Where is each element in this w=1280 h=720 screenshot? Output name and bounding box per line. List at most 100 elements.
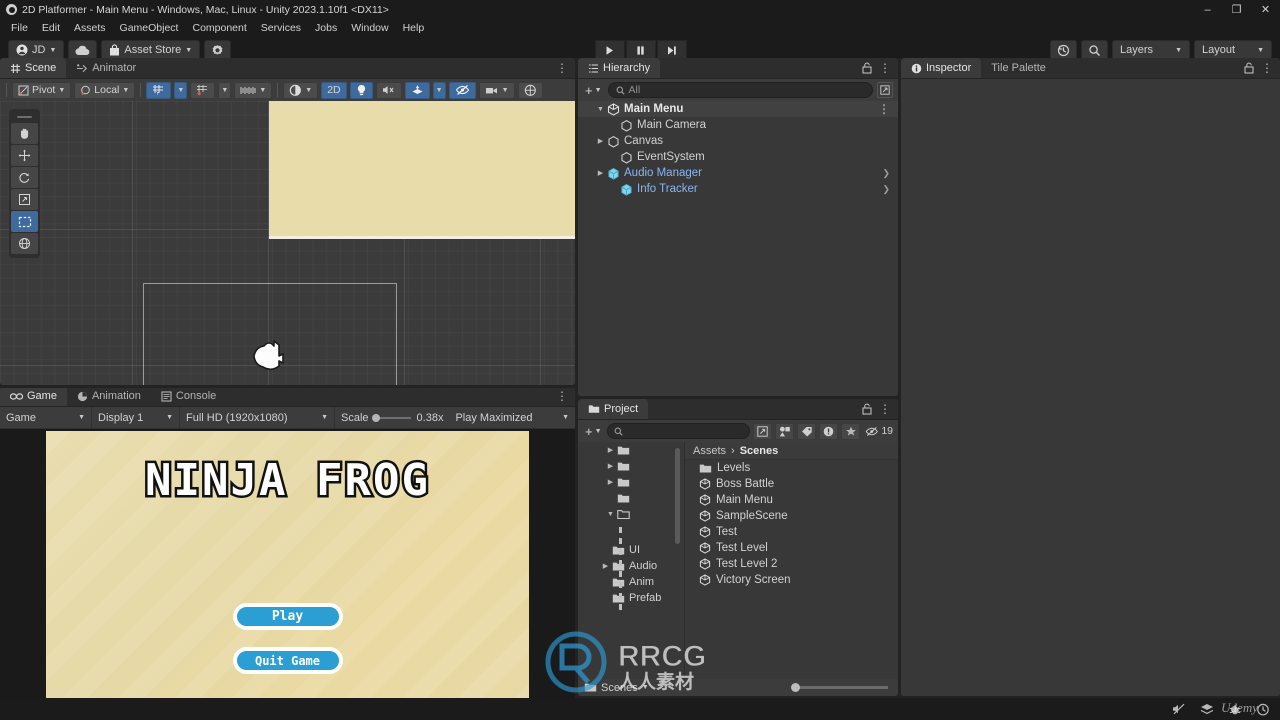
maximize-button[interactable]: ❐ [1222,0,1251,19]
hierarchy-search-input[interactable]: All [607,82,873,98]
project-tree-row-anim[interactable]: Anim [578,574,684,590]
undo-history-button[interactable] [1050,40,1077,60]
search-in-scene-button[interactable] [753,422,773,440]
menu-assets[interactable]: Assets [67,21,113,35]
shading-mode-button[interactable]: ▼ [283,81,319,99]
hierarchy-row-eventsystem[interactable]: ▶ EventSystem [578,149,898,165]
snap-increment-button[interactable] [190,81,216,99]
project-tree-row[interactable]: ▶ [578,490,684,506]
audio-mute-button[interactable] [375,81,402,99]
tab-animator[interactable]: Animator [66,58,146,78]
project-item-levels[interactable]: Levels [685,460,898,476]
move-tool-button[interactable] [11,145,38,166]
asset-store-button[interactable]: Asset Store ▼ [101,40,201,60]
project-tree-row[interactable]: ▶ [578,458,684,474]
display-dropdown[interactable]: Display 1 ▼ [92,406,180,429]
layout-dropdown[interactable]: Layout ▼ [1194,40,1272,60]
scene-menu-icon[interactable]: ⋮ [556,62,568,74]
menu-edit[interactable]: Edit [35,21,67,35]
rect-tool-button[interactable] [11,211,38,232]
expand-arrow-icon[interactable]: ▶ [604,446,617,454]
effects-button[interactable] [404,81,430,99]
hierarchy-row-menu-icon[interactable]: ⋮ [878,103,890,115]
tab-console[interactable]: Console [151,386,226,406]
expand-arrow-icon[interactable]: ▼ [594,106,607,113]
menu-services[interactable]: Services [254,21,308,35]
display-target-dropdown[interactable]: Game ▼ [0,406,92,429]
hidden-assets-count[interactable]: 19 [863,425,893,437]
scene-viewport[interactable] [0,101,575,385]
lock-icon[interactable] [862,403,872,415]
horizontal-splitter-scene-game[interactable] [0,385,575,388]
tab-game[interactable]: Game [0,386,67,406]
lighting-button[interactable] [349,81,373,99]
vertical-splitter-left[interactable] [575,58,578,720]
menu-gameobject[interactable]: GameObject [113,21,186,35]
effects-dropdown[interactable]: ▼ [432,81,446,99]
search-button[interactable] [1081,40,1108,60]
pivot-toggle[interactable]: Pivot ▼ [12,81,72,99]
space-toggle[interactable]: Local ▼ [74,81,136,99]
gizmos-button[interactable] [517,81,543,99]
type-filter-button[interactable] [775,422,795,440]
menu-file[interactable]: File [4,21,35,35]
menu-component[interactable]: Component [185,21,253,35]
menu-window[interactable]: Window [344,21,395,35]
cloud-button[interactable] [68,40,98,60]
tab-tile-palette[interactable]: Tile Palette [981,58,1056,78]
scale-slider-knob[interactable] [371,413,380,422]
hierarchy-row-main-camera[interactable]: ▶ Main Camera [578,117,898,133]
hierarchy-row-audio-manager[interactable]: ▶ Audio Manager ❯ [578,165,898,181]
mute-audio-icon[interactable] [1172,703,1186,715]
close-button[interactable]: ✕ [1251,0,1280,19]
minimize-button[interactable]: – [1193,0,1222,19]
hierarchy-row-main-menu[interactable]: ▼ Main Menu ⋮ [578,101,898,117]
project-tree-row[interactable]: ▶ [578,474,684,490]
tool-palette-handle[interactable] [9,112,40,122]
horizontal-splitter-hierarchy-project[interactable] [578,396,898,399]
expand-arrow-icon[interactable]: ▼ [604,511,617,518]
project-asset-list[interactable]: Assets › Scenes Levels Boss Battle Main … [685,442,898,696]
layers-status-icon[interactable] [1200,703,1214,715]
expand-arrow-icon[interactable]: ▶ [594,137,607,145]
project-zoom-knob[interactable] [791,683,800,692]
project-add-button[interactable]: + ▼ [583,424,604,439]
hierarchy-row-canvas[interactable]: ▶ Canvas [578,133,898,149]
lock-icon[interactable] [862,62,872,74]
grid-snap-dropdown[interactable]: ▼ [174,81,188,99]
hierarchy-tree[interactable]: ▼ Main Menu ⋮ ▶ Ma [578,101,898,395]
project-item-test[interactable]: Test [685,524,898,540]
project-tree-row-prefab[interactable]: Prefab [578,590,684,606]
project-item-samplescene[interactable]: SampleScene [685,508,898,524]
grid-snap-button[interactable]: Y [146,81,172,99]
lock-icon[interactable] [1244,62,1254,74]
toggle-2d-button[interactable]: 2D [321,81,347,99]
game-viewport[interactable]: Ninja Frog Play Quit Game [0,429,575,720]
prefab-open-chevron-icon[interactable]: ❯ [882,168,890,179]
ruler-button[interactable]: ▼ [234,81,273,99]
scene-camera-button[interactable]: ▼ [478,81,515,99]
project-item-main-menu[interactable]: Main Menu [685,492,898,508]
expand-arrow-icon[interactable]: ▶ [604,478,617,486]
project-tree-row-audio[interactable]: ▶ Audio [578,558,684,574]
hand-tool-button[interactable] [11,123,38,144]
favorite-filter-button[interactable] [841,422,861,440]
warning-filter-button[interactable] [819,422,839,440]
label-filter-button[interactable] [797,422,817,440]
project-folder-tree[interactable]: ▶ ▶ ▶ ▼ UI ▶ Audio Anim Prefab [578,442,685,696]
clock-icon[interactable] [1256,703,1270,716]
snap-increment-dropdown[interactable]: ▼ [218,81,232,99]
layers-dropdown[interactable]: Layers ▼ [1112,40,1190,60]
scale-slider-group[interactable]: Scale 0.38x [335,407,449,429]
game-render-surface[interactable]: Ninja Frog Play Quit Game [46,431,529,703]
project-zoom-slider[interactable] [791,683,888,692]
project-tree-row-open[interactable]: ▼ [578,506,684,522]
project-item-victory-screen[interactable]: Victory Screen [685,572,898,588]
menu-help[interactable]: Help [396,21,432,35]
play-mode-dropdown[interactable]: Play Maximized ▼ [449,407,575,429]
scale-slider[interactable] [371,413,411,422]
hierarchy-row-info-tracker[interactable]: ▶ Info Tracker ❯ [578,181,898,197]
expand-arrow-icon[interactable]: ▶ [604,462,617,470]
rotate-tool-button[interactable] [11,167,38,188]
tab-hierarchy[interactable]: Hierarchy [578,58,661,78]
